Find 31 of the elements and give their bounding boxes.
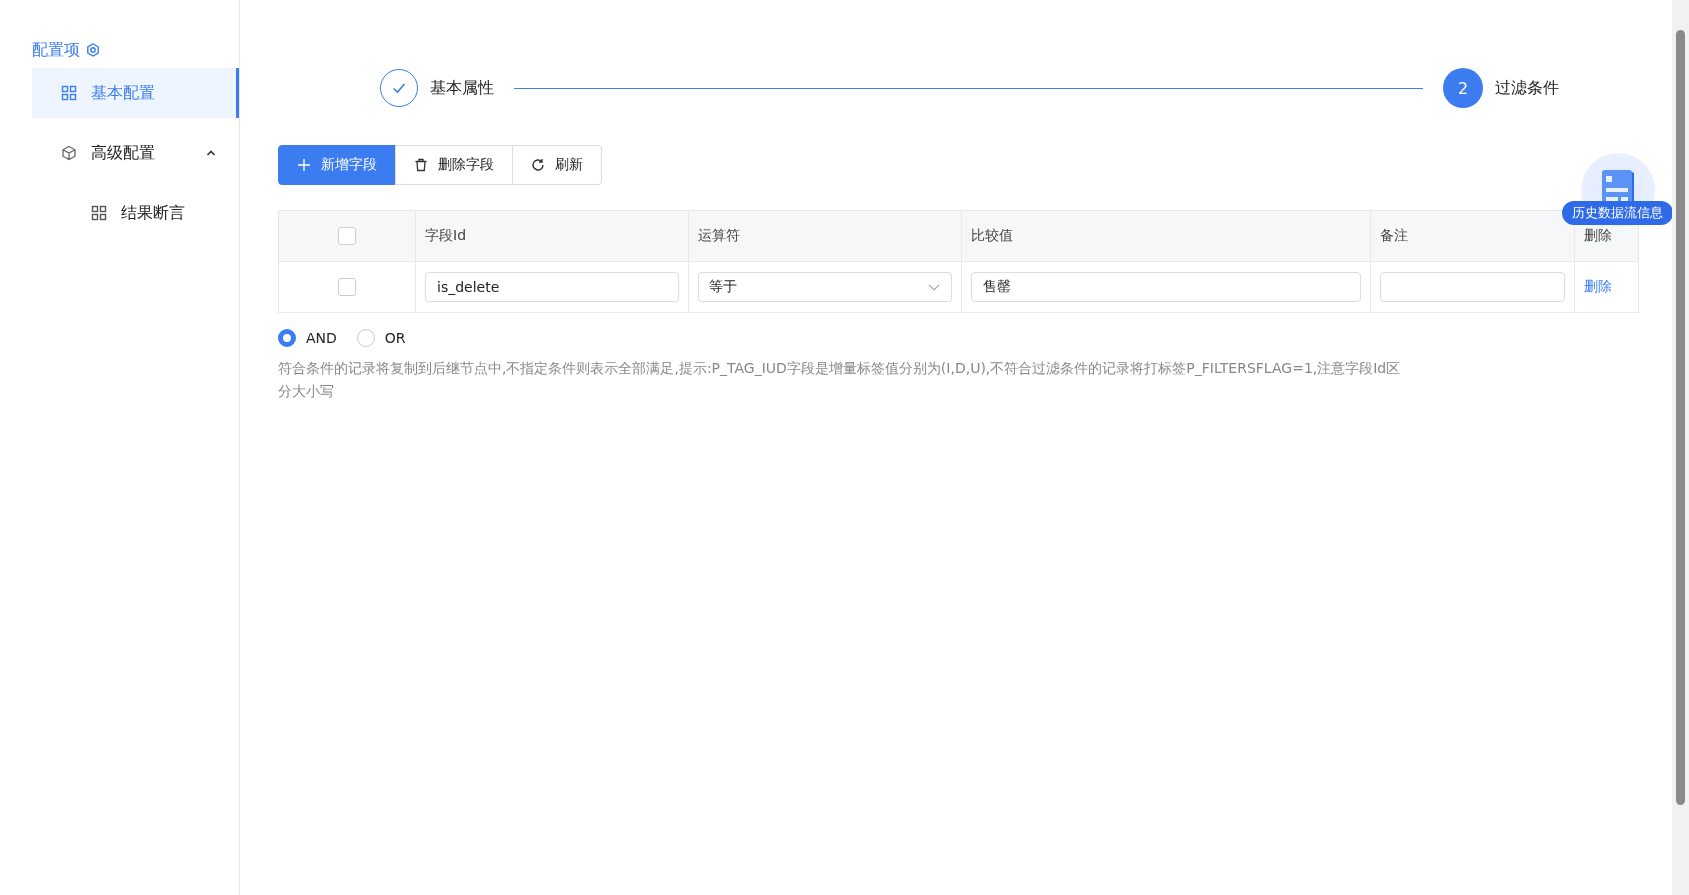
plus-icon xyxy=(297,158,311,172)
note-input[interactable] xyxy=(1380,272,1565,302)
column-header: 比较值 xyxy=(961,210,1371,262)
refresh-button[interactable]: 刷新 xyxy=(512,145,602,185)
trash-icon xyxy=(414,158,428,172)
delete-link[interactable]: 删除 xyxy=(1584,278,1612,294)
logic-radio[interactable]: AND xyxy=(278,329,337,347)
hint-text: 符合条件的记录将复制到后继节点中,不指定条件则表示全部满足,提示:P_TAG_IUD字段是增量标签值分别为(I,D,U),不符合过滤条件的记录将打标签P_FILTERSFLAG=1,注意字段Id区分大小写 xyxy=(278,359,1402,401)
grid-icon xyxy=(91,205,107,221)
field-id-input[interactable]: is_delete xyxy=(425,272,679,302)
column-header: 运算符 xyxy=(688,210,962,262)
sidebar-item[interactable]: 高级配置 xyxy=(32,128,239,178)
row-checkbox[interactable] xyxy=(338,278,356,296)
step-label: 过滤条件 xyxy=(1495,77,1559,99)
scrollbar[interactable] xyxy=(1672,0,1689,895)
logic-radio[interactable]: OR xyxy=(356,329,406,347)
sidebar-title: 配置项 xyxy=(32,39,80,61)
add-field-button[interactable]: 新增字段 xyxy=(278,145,396,185)
sidebar-item[interactable]: 结果断言 xyxy=(32,188,239,238)
operator-select[interactable]: 等于 xyxy=(698,272,952,302)
refresh-icon xyxy=(531,158,545,172)
settings-icon xyxy=(86,43,100,57)
select-all-checkbox[interactable] xyxy=(338,227,356,245)
step-number: 2 xyxy=(1443,68,1483,108)
grid-icon xyxy=(61,85,77,101)
compare-value-input[interactable]: 售罄 xyxy=(971,272,1361,302)
column-header: 字段Id xyxy=(415,210,689,262)
step-label: 基本属性 xyxy=(430,77,494,99)
cube-icon xyxy=(61,145,77,161)
sidebar-item[interactable]: 基本配置 xyxy=(32,68,239,118)
delete-field-button[interactable]: 删除字段 xyxy=(395,145,513,185)
